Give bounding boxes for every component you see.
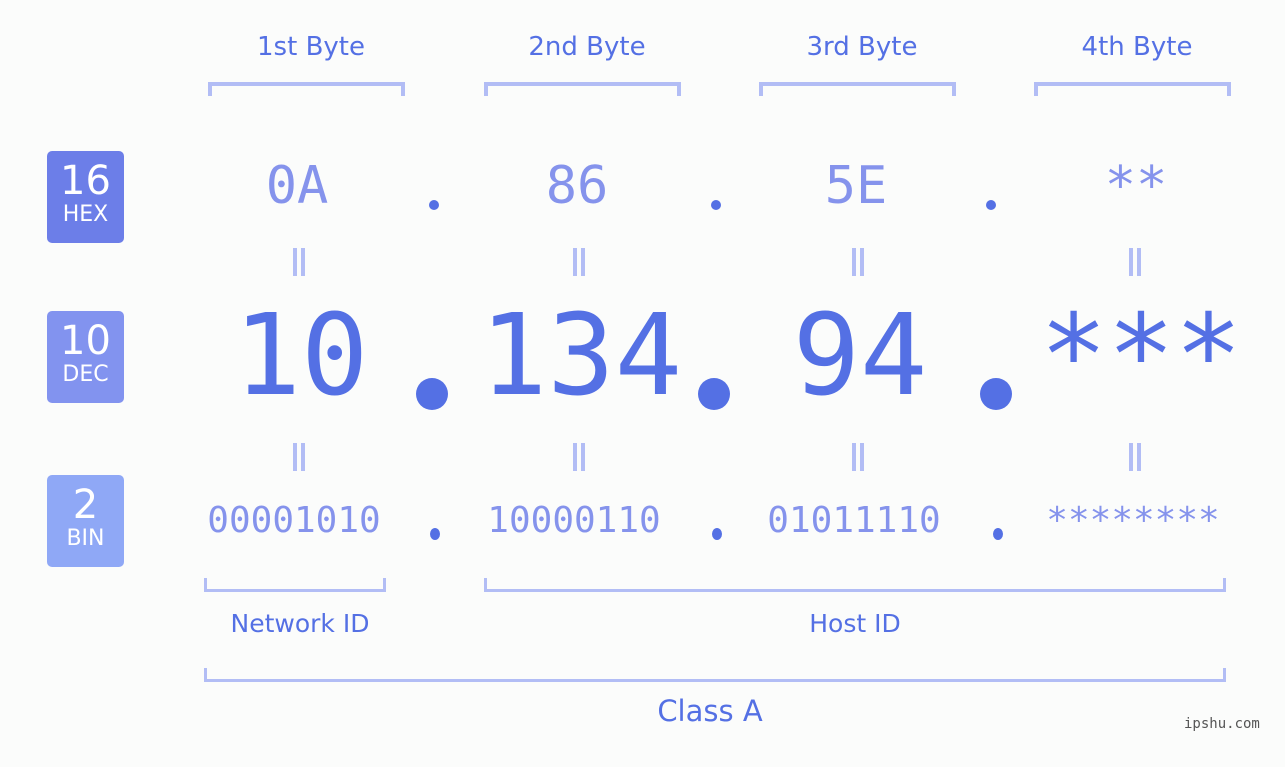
hex-byte-2: 86 (545, 156, 609, 216)
bin-byte-3: 01011110 (767, 500, 941, 541)
dec-byte-3: 94 (792, 291, 928, 421)
byte-bracket-1 (208, 82, 405, 96)
dec-byte-1: 10 (233, 291, 369, 421)
byte-bracket-4 (1034, 82, 1231, 96)
dec-badge: 10 DEC (47, 311, 124, 403)
equals-icon (851, 443, 865, 471)
equals-icon (292, 443, 306, 471)
byte-bracket-2 (484, 82, 681, 96)
dec-dot-separator (698, 378, 730, 410)
bin-byte-2: 10000110 (487, 500, 661, 541)
equals-icon (572, 443, 586, 471)
hex-badge: 16 HEX (47, 151, 124, 243)
host-id-bracket (484, 578, 1226, 592)
byte-bracket-3 (759, 82, 956, 96)
hex-dot-separator (429, 200, 439, 210)
hex-byte-1: 0A (265, 156, 329, 216)
watermark: ipshu.com (1184, 716, 1260, 732)
hex-badge-number: 16 (60, 158, 111, 204)
bin-dot-separator (712, 528, 722, 540)
dec-byte-4: *** (1039, 291, 1243, 421)
equals-icon (1128, 443, 1142, 471)
equals-icon (572, 248, 586, 276)
hex-dot-separator (711, 200, 721, 210)
dec-byte-2: 134 (479, 291, 683, 421)
byte-header-1: 1st Byte (257, 32, 365, 62)
network-id-label: Network ID (230, 609, 370, 638)
hex-byte-4: ** (1104, 156, 1168, 216)
dec-dot-separator (416, 378, 448, 410)
bin-badge: 2 BIN (47, 475, 124, 567)
equals-icon (292, 248, 306, 276)
dec-dot-separator (980, 378, 1012, 410)
network-id-bracket (204, 578, 386, 592)
equals-icon (1128, 248, 1142, 276)
bin-dot-separator (993, 528, 1003, 540)
hex-badge-label: HEX (62, 202, 109, 227)
byte-header-4: 4th Byte (1081, 32, 1193, 62)
bin-byte-4: ******** (1046, 500, 1220, 541)
bin-badge-number: 2 (72, 482, 99, 528)
bin-byte-1: 00001010 (207, 500, 381, 541)
equals-icon (851, 248, 865, 276)
dec-badge-number: 10 (60, 318, 111, 364)
bin-dot-separator (430, 528, 440, 540)
class-bracket (204, 668, 1226, 682)
bin-badge-label: BIN (66, 526, 105, 551)
dec-badge-label: DEC (62, 362, 109, 387)
byte-header-3: 3rd Byte (806, 32, 918, 62)
hex-dot-separator (986, 200, 996, 210)
host-id-label: Host ID (809, 609, 901, 638)
class-label: Class A (657, 694, 763, 728)
byte-header-2: 2nd Byte (528, 32, 646, 62)
hex-byte-3: 5E (824, 156, 888, 216)
